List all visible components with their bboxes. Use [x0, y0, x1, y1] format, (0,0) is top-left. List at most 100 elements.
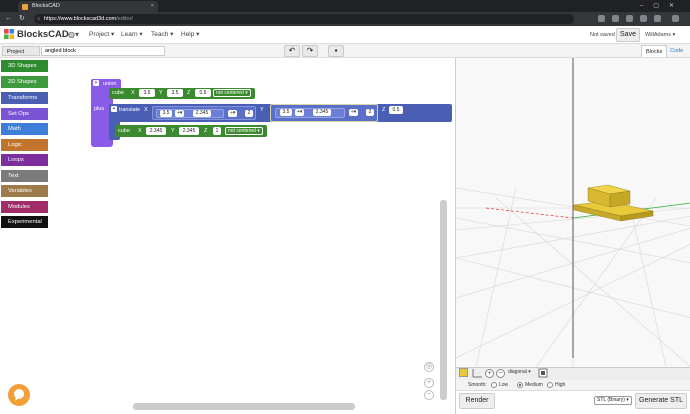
- category-logic[interactable]: Logic: [1, 139, 48, 151]
- collections-icon[interactable]: [626, 15, 633, 22]
- x-addition-block[interactable]: 3.5 +▾ 2.345: [156, 109, 224, 118]
- cube2-x-field[interactable]: 2.345: [146, 127, 166, 135]
- cube2-y-field[interactable]: 2.345: [179, 127, 199, 135]
- x-div-dropdown[interactable]: ÷▾: [228, 110, 238, 117]
- zoom-out-icon[interactable]: −: [424, 390, 434, 400]
- block-mutator-icon[interactable]: ✦: [93, 80, 99, 86]
- view-select[interactable]: diagonal ▾: [508, 368, 536, 377]
- cube2-z-field[interactable]: 1: [213, 127, 221, 135]
- smooth-high-radio[interactable]: [547, 382, 553, 388]
- user-menu[interactable]: WillAdams ▾: [645, 31, 675, 40]
- language-globe-icon[interactable]: ◍▾: [68, 30, 79, 40]
- smooth-medium-radio[interactable]: [517, 382, 523, 388]
- menu-learn[interactable]: Learn ▾: [121, 30, 143, 40]
- model-color-swatch[interactable]: [459, 368, 468, 377]
- cube1-y-field[interactable]: 3.5: [167, 89, 183, 97]
- smooth-low-radio[interactable]: [491, 382, 497, 388]
- category-modules[interactable]: Modules: [1, 201, 48, 213]
- zoom-in-view-icon[interactable]: +: [485, 369, 494, 378]
- favorites-icon[interactable]: [612, 15, 619, 22]
- zoom-in-icon[interactable]: +: [424, 378, 434, 388]
- y-op-dropdown[interactable]: +▾: [295, 109, 305, 116]
- translate-x-b-field[interactable]: 2.345: [193, 110, 211, 117]
- category-3d-shapes[interactable]: 3D Shapes: [1, 60, 48, 72]
- zoom-reset-icon[interactable]: ◎: [424, 362, 434, 372]
- browser-tab[interactable]: BlocksCAD ×: [18, 1, 158, 12]
- translate-x-label: X: [144, 107, 148, 113]
- cube1-centered-dropdown[interactable]: not centered ▾: [213, 89, 251, 97]
- blocks-workspace[interactable]: ✦ union plus cube X 3.5 Y 3.5 Z 0.5 not …: [48, 58, 455, 414]
- project-toolbar: Project Name ↶ ↷ ▪ Blocks Code: [0, 44, 690, 65]
- menu-help[interactable]: Help ▾: [181, 30, 199, 40]
- menu-project[interactable]: Project ▾: [89, 30, 114, 40]
- undo-icon[interactable]: ↶: [284, 45, 300, 57]
- reload-icon[interactable]: ↻: [19, 12, 25, 26]
- workspace-vertical-scrollbar[interactable]: [440, 200, 447, 400]
- smooth-medium-label: Medium: [525, 382, 543, 388]
- plus-label: plus: [94, 106, 105, 112]
- back-icon[interactable]: ←: [5, 12, 12, 26]
- chat-widget[interactable]: [8, 384, 30, 406]
- translate-mutator-icon[interactable]: ✦: [111, 106, 117, 112]
- cube1-x-field[interactable]: 3.5: [139, 89, 155, 97]
- translate-header[interactable]: ✦ translate X 3.5 +▾ 2.345 ÷▾ 2 Y 3.5 +▾…: [109, 104, 452, 122]
- x-op-dropdown[interactable]: +▾: [175, 110, 185, 117]
- category-transforms[interactable]: Transforms: [1, 92, 48, 104]
- browser-tab-bar: BlocksCAD × –▢✕: [0, 0, 690, 12]
- translate-z-field[interactable]: 0.5: [389, 106, 403, 114]
- menu-teach[interactable]: Teach ▾: [151, 30, 173, 40]
- y-label: Y: [159, 90, 163, 96]
- axes-toggle-icon[interactable]: [471, 368, 483, 378]
- category-loops[interactable]: Loops: [1, 154, 48, 166]
- y-addition-block[interactable]: 3.5 +▾ 2.345: [275, 108, 345, 118]
- zoom-out-view-icon[interactable]: −: [496, 369, 505, 378]
- profile-icon[interactable]: [654, 15, 661, 22]
- window-controls[interactable]: –▢✕: [640, 0, 684, 12]
- category-text[interactable]: Text: [1, 170, 48, 182]
- save-button[interactable]: Save: [616, 28, 640, 42]
- more-menu-icon[interactable]: [672, 15, 679, 22]
- category-variables[interactable]: Variables: [1, 185, 48, 197]
- render-button[interactable]: Render: [459, 393, 495, 409]
- category-2d-shapes[interactable]: 2D Shapes: [1, 76, 48, 88]
- camera-reset-icon[interactable]: [538, 368, 548, 378]
- blockscad-favicon-icon: [22, 4, 28, 10]
- url-field[interactable]: ⌂ https://www.blockscad3d.com/editor/: [34, 14, 574, 24]
- category-palette: 3D Shapes 2D Shapes Transforms Set Ops M…: [0, 58, 48, 414]
- category-set-ops[interactable]: Set Ops: [1, 108, 48, 120]
- translate-y-div-field[interactable]: 2: [366, 109, 374, 116]
- generate-stl-button[interactable]: Generate STL: [635, 393, 687, 409]
- trash-icon[interactable]: ▪: [328, 45, 344, 57]
- translate-x-a-field[interactable]: 3.5: [160, 110, 172, 117]
- x-division-block[interactable]: 3.5 +▾ 2.345 ÷▾ 2: [152, 106, 256, 120]
- category-math[interactable]: Math: [1, 123, 48, 135]
- blockscad-logo[interactable]: BlocksCAD: [4, 28, 69, 42]
- y-division-block[interactable]: 3.5 +▾ 2.345 ÷▾ 2: [270, 104, 378, 122]
- project-name-input[interactable]: [41, 46, 165, 56]
- render-viewport[interactable]: [455, 58, 690, 414]
- cube-block-1[interactable]: cube X 3.5 Y 3.5 Z 0.5 not centered ▾: [109, 88, 255, 99]
- extension-icon[interactable]: [598, 15, 605, 22]
- category-experimental[interactable]: Experimental: [1, 216, 48, 228]
- translate-x-div-field[interactable]: 2: [245, 110, 253, 117]
- translate-z-label: Z: [382, 107, 386, 113]
- smoothness-row: Smooth: Low Medium High: [456, 380, 690, 390]
- cube2-z-label: Z: [204, 128, 208, 134]
- tab-code[interactable]: Code: [666, 45, 687, 57]
- translate-y-b-field[interactable]: 2.345: [313, 109, 331, 116]
- cube-block-2[interactable]: cube X 2.345 Y 2.345 Z 1 not centered ▾: [115, 125, 267, 137]
- workspace-horizontal-scrollbar[interactable]: [133, 403, 355, 410]
- logo-cube-icon: [4, 29, 15, 40]
- tab-blocks[interactable]: Blocks: [641, 45, 668, 57]
- cube1-z-field[interactable]: 0.5: [195, 89, 211, 97]
- x-label: X: [131, 90, 135, 96]
- address-bar-row: ← ↻ ⌂ https://www.blockscad3d.com/editor…: [0, 12, 690, 26]
- y-div-dropdown[interactable]: ÷▾: [349, 109, 359, 116]
- downloads-icon[interactable]: [640, 15, 647, 22]
- close-tab-icon[interactable]: ×: [151, 1, 154, 12]
- redo-icon[interactable]: ↷: [302, 45, 318, 57]
- cube2-centered-dropdown[interactable]: not centered ▾: [225, 127, 263, 135]
- export-format-select[interactable]: STL (Binary) ▾: [594, 396, 632, 405]
- translate-y-a-field[interactable]: 3.5: [280, 109, 292, 116]
- url-domain: https://www.blockscad3d.com: [44, 16, 117, 22]
